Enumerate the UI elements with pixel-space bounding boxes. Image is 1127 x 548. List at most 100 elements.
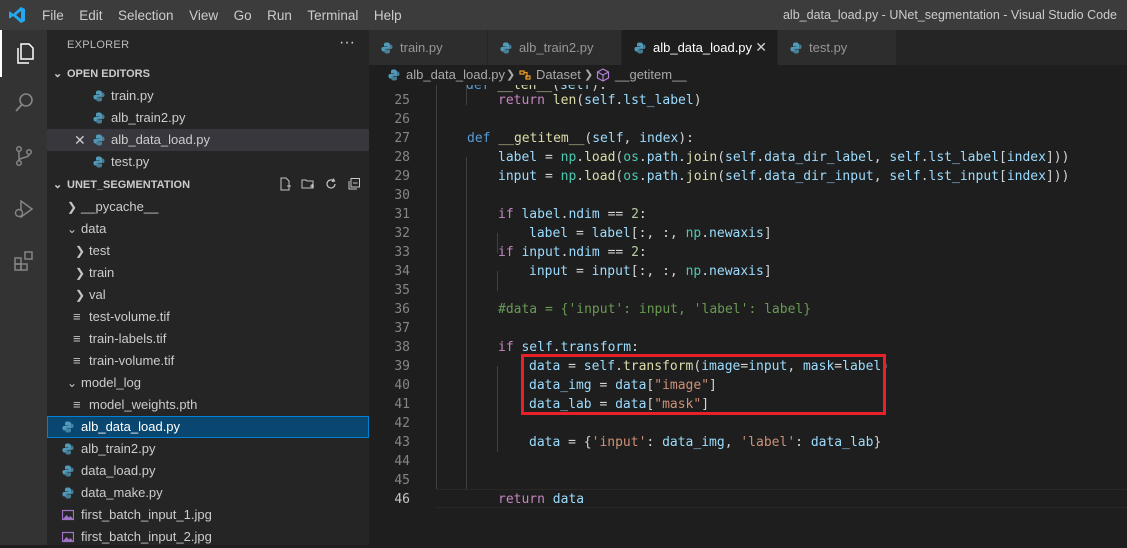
tree-folder[interactable]: ⌄ data	[47, 218, 369, 240]
line-number: 33	[394, 245, 410, 260]
menu-help[interactable]: Help	[374, 8, 402, 23]
refresh-icon[interactable]	[324, 177, 338, 191]
tree-label: data_make.py	[81, 485, 163, 500]
tree-label: alb_data_load.py	[81, 419, 181, 434]
tab-train[interactable]: train.py	[369, 30, 488, 65]
tree-folder[interactable]: ⌄ model_log	[47, 372, 369, 394]
python-file-icon	[62, 421, 74, 433]
explorer-icon[interactable]	[0, 30, 47, 77]
tree-folder[interactable]: ❯ val	[47, 284, 369, 306]
tree-folder[interactable]: ❯ train	[47, 262, 369, 284]
chevron-right-icon: ❯	[75, 266, 86, 280]
line-number: 32	[394, 226, 410, 241]
tab-label: train.py	[400, 40, 443, 55]
tree-file[interactable]: ≡ train-labels.tif	[47, 328, 369, 350]
new-folder-icon[interactable]	[301, 177, 315, 191]
menu-edit[interactable]: Edit	[79, 8, 102, 23]
tree-folder[interactable]: ❯ __pycache__	[47, 196, 369, 218]
tree-label: test	[89, 243, 110, 258]
menu-file[interactable]: File	[42, 8, 64, 23]
project-section[interactable]: ⌄ UNET_SEGMENTATION	[47, 174, 369, 196]
code-line: data_img = data["image"]	[529, 378, 717, 393]
python-file-icon	[634, 42, 646, 54]
line-number: 30	[394, 188, 410, 203]
close-icon[interactable]: ✕	[74, 129, 86, 151]
more-actions-icon[interactable]: ···	[339, 34, 355, 52]
menu-selection[interactable]: Selection	[118, 8, 174, 23]
line-number: 43	[394, 435, 410, 450]
line-number: 29	[394, 169, 410, 184]
file-lines-icon: ≡	[73, 353, 81, 368]
explorer-sidebar: EXPLORER ··· ⌄ OPEN EDITORS train.py alb…	[47, 30, 369, 545]
python-file-icon	[62, 487, 74, 499]
line-number: 36	[394, 302, 410, 317]
menu-go[interactable]: Go	[234, 8, 252, 23]
open-editor-item-active[interactable]: ✕ alb_data_load.py	[47, 129, 369, 151]
method-symbol-icon	[596, 68, 610, 82]
code-editor[interactable]: def __len__(self): 25 26 27 28 29 30 31 …	[369, 85, 1127, 545]
python-file-icon	[93, 134, 105, 146]
open-editor-item[interactable]: test.py	[47, 151, 369, 173]
file-lines-icon: ≡	[73, 331, 81, 346]
line-number: 41	[394, 397, 410, 412]
line-number: 45	[394, 473, 410, 488]
new-file-icon[interactable]	[278, 177, 292, 191]
tab-label: test.py	[809, 40, 848, 55]
indent-guide	[497, 366, 498, 452]
python-file-icon	[381, 42, 393, 54]
line-number: 44	[394, 454, 410, 469]
indent-guide	[436, 85, 437, 489]
chevron-down-icon: ⌄	[53, 68, 63, 80]
line-number: 28	[394, 150, 410, 165]
chevron-down-icon: ⌄	[53, 179, 63, 191]
tree-file-selected[interactable]: alb_data_load.py	[47, 416, 369, 438]
code-comment: #data = {'input': input, 'label': label}	[498, 302, 812, 317]
source-control-icon[interactable]	[0, 132, 47, 179]
open-editor-label: alb_train2.py	[111, 110, 186, 125]
menu-terminal[interactable]: Terminal	[307, 8, 358, 23]
tree-file[interactable]: alb_train2.py	[47, 438, 369, 460]
code-line: label = label[:, :, np.newaxis]	[529, 226, 772, 241]
chevron-right-icon: ❯	[506, 69, 516, 81]
project-title: UNET_SEGMENTATION	[67, 179, 191, 191]
indent-guide	[497, 271, 498, 291]
image-file-icon	[62, 509, 74, 521]
collapse-all-icon[interactable]	[347, 177, 361, 191]
tab-alb-data-load[interactable]: alb_data_load.py ✕	[622, 30, 778, 65]
extensions-icon[interactable]	[0, 237, 47, 284]
python-file-icon	[62, 465, 74, 477]
tree-label: data	[81, 221, 107, 236]
breadcrumb-method[interactable]: __getitem__	[615, 65, 687, 85]
line-number: 27	[394, 131, 410, 146]
breadcrumb-class[interactable]: Dataset	[536, 65, 581, 85]
close-icon[interactable]: ✕	[755, 30, 767, 65]
open-editor-label: train.py	[111, 88, 154, 103]
tree-file[interactable]: data_load.py	[47, 460, 369, 482]
open-editors-title: OPEN EDITORS	[67, 68, 150, 80]
breadcrumb-file[interactable]: alb_data_load.py	[406, 65, 505, 85]
open-editor-label: test.py	[111, 154, 150, 169]
open-editor-item[interactable]: train.py	[47, 85, 369, 107]
open-editor-item[interactable]: alb_train2.py	[47, 107, 369, 129]
tree-file[interactable]: ≡ train-volume.tif	[47, 350, 369, 372]
code-line: data_lab = data["mask"]	[529, 397, 710, 412]
menu-view[interactable]: View	[189, 8, 218, 23]
tab-alb-train2[interactable]: alb_train2.py	[488, 30, 622, 65]
tree-file[interactable]: ≡ model_weights.pth	[47, 394, 369, 416]
tree-label: model_log	[81, 375, 141, 390]
tree-file[interactable]: data_make.py	[47, 482, 369, 504]
tree-label: val	[89, 287, 106, 302]
search-icon[interactable]	[0, 79, 47, 126]
tree-file[interactable]: ≡ test-volume.tif	[47, 306, 369, 328]
open-editors-section[interactable]: ⌄ OPEN EDITORS	[47, 63, 369, 85]
run-debug-icon[interactable]	[0, 185, 47, 232]
tab-test[interactable]: test.py	[778, 30, 897, 65]
class-symbol-icon	[519, 70, 531, 80]
menu-run[interactable]: Run	[267, 8, 292, 23]
chevron-right-icon: ❯	[75, 288, 86, 302]
tree-file[interactable]: first_batch_input_1.jpg	[47, 504, 369, 526]
python-file-icon	[388, 69, 400, 81]
tree-folder[interactable]: ❯ test	[47, 240, 369, 262]
chevron-right-icon: ❯	[584, 69, 594, 81]
line-number-current: 46	[394, 492, 410, 507]
